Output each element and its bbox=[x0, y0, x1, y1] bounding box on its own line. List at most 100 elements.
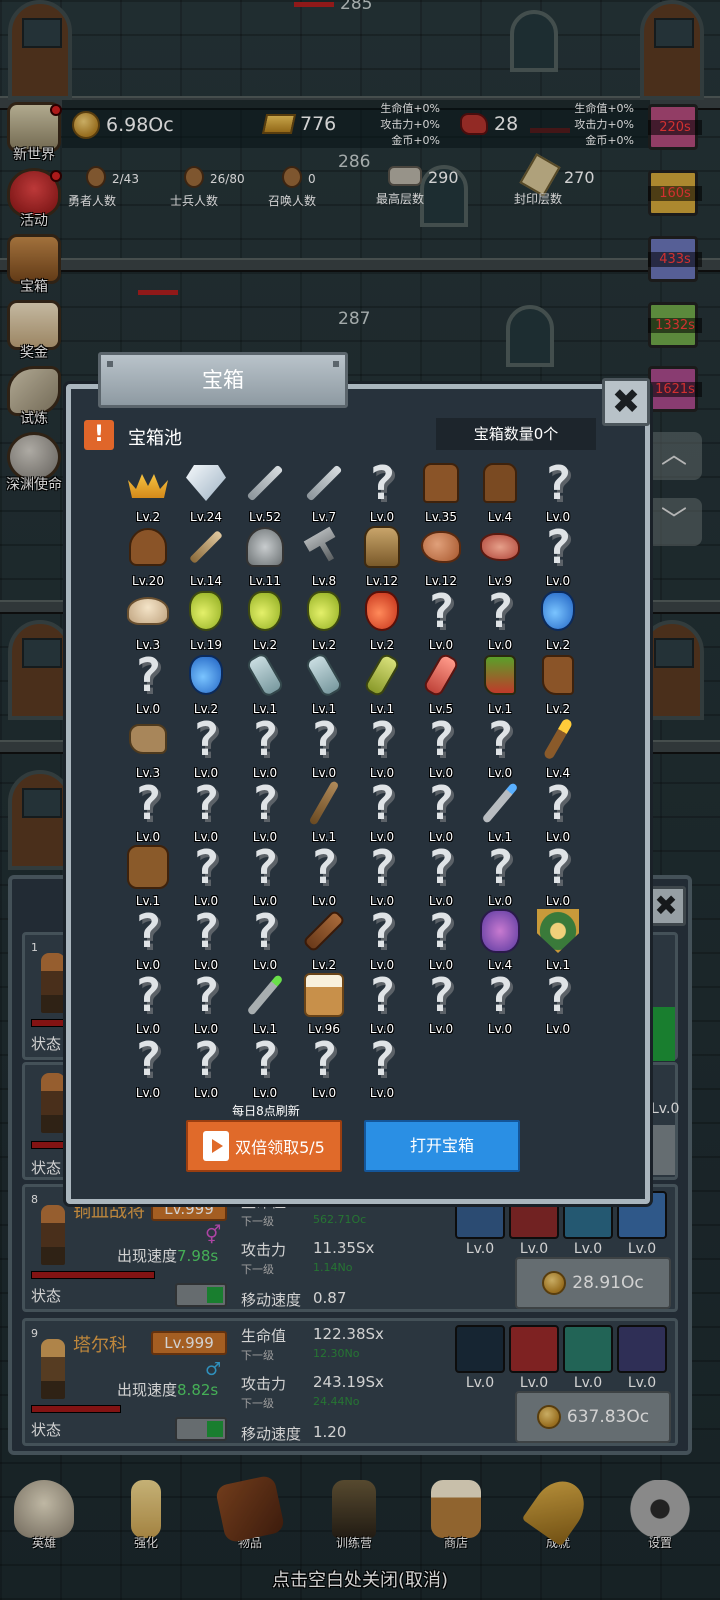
chest-item[interactable]: Lv.5 bbox=[411, 651, 471, 716]
chest-item[interactable]: ? Lv.0 bbox=[176, 780, 236, 844]
chest-item[interactable]: Lv.2 bbox=[235, 588, 295, 652]
chest-item[interactable]: Lv.12 bbox=[411, 524, 471, 588]
chest-item[interactable]: ? Lv.0 bbox=[528, 844, 588, 908]
chest-item[interactable]: ? Lv.0 bbox=[235, 844, 295, 908]
chest-item[interactable]: ? Lv.0 bbox=[176, 844, 236, 908]
chest-item[interactable]: Lv.4 bbox=[528, 716, 588, 780]
chest-item[interactable]: ? Lv.0 bbox=[470, 972, 530, 1036]
item-level: Lv.0 bbox=[369, 1086, 395, 1100]
chest-item[interactable]: Lv.1 bbox=[470, 652, 530, 716]
unknown-icon: ? bbox=[368, 1032, 396, 1086]
chest-item[interactable]: ? Lv.0 bbox=[118, 908, 178, 972]
chest-item[interactable]: Lv.9 bbox=[470, 524, 530, 588]
chest-item[interactable]: Lv.19 bbox=[176, 588, 236, 652]
chest-item[interactable]: Lv.35 bbox=[411, 460, 471, 524]
chest-item[interactable]: Lv.20 bbox=[118, 524, 178, 588]
item-level: Lv.2 bbox=[369, 638, 395, 652]
chest-item[interactable]: Lv.1 bbox=[528, 908, 588, 972]
chest-item[interactable]: Lv.12 bbox=[352, 524, 412, 588]
unknown-icon: ? bbox=[251, 840, 279, 894]
chest-item[interactable]: Lv.2 bbox=[352, 588, 412, 652]
chest-item[interactable]: ? Lv.0 bbox=[411, 972, 471, 1036]
chest-item[interactable]: ? Lv.0 bbox=[411, 908, 471, 972]
chest-item[interactable]: ? Lv.0 bbox=[352, 908, 412, 972]
chest-item[interactable]: Lv.1 bbox=[470, 780, 530, 844]
item-level: Lv.0 bbox=[311, 766, 337, 780]
chest-item[interactable]: ? Lv.0 bbox=[176, 1036, 236, 1100]
exclamation-icon[interactable]: ! bbox=[84, 420, 114, 450]
chest-item[interactable]: ? Lv.0 bbox=[118, 1036, 178, 1100]
chest-item[interactable]: Lv.1 bbox=[118, 844, 178, 908]
red-bottle-icon bbox=[418, 651, 464, 699]
chest-item[interactable]: Lv.1 bbox=[294, 780, 354, 844]
unknown-icon: ? bbox=[486, 712, 514, 766]
chest-item[interactable]: ? Lv.0 bbox=[470, 844, 530, 908]
chest-item[interactable]: ? Lv.0 bbox=[294, 844, 354, 908]
chest-item[interactable]: Lv.4 bbox=[470, 460, 530, 524]
chest-item[interactable]: ? Lv.0 bbox=[294, 1036, 354, 1100]
chest-item[interactable]: ? Lv.0 bbox=[470, 588, 530, 652]
item-level: Lv.19 bbox=[190, 638, 222, 652]
unknown-icon: ? bbox=[251, 904, 279, 958]
chest-item[interactable]: ? Lv.0 bbox=[294, 716, 354, 780]
leather-armor-icon bbox=[418, 460, 464, 506]
chest-item[interactable]: ? Lv.0 bbox=[118, 780, 178, 844]
chest-item[interactable]: ? Lv.0 bbox=[470, 716, 530, 780]
chest-item[interactable]: ? Lv.0 bbox=[176, 908, 236, 972]
chest-item[interactable]: ? Lv.0 bbox=[118, 972, 178, 1036]
chest-item[interactable]: ? Lv.0 bbox=[235, 780, 295, 844]
chest-item[interactable]: ? Lv.0 bbox=[235, 716, 295, 780]
chest-item[interactable]: ? Lv.0 bbox=[352, 844, 412, 908]
unknown-icon: ? bbox=[427, 712, 455, 766]
chest-item[interactable]: Lv.3 bbox=[118, 588, 178, 652]
chest-item[interactable]: ? Lv.0 bbox=[411, 844, 471, 908]
chest-item[interactable]: ? Lv.0 bbox=[528, 780, 588, 844]
bun-icon bbox=[125, 588, 171, 634]
chest-item[interactable]: Lv.3 bbox=[118, 716, 178, 780]
chest-item[interactable]: Lv.1 bbox=[352, 651, 412, 716]
chest-item[interactable]: Lv.11 bbox=[235, 524, 295, 588]
unknown-icon: ? bbox=[251, 776, 279, 830]
chest-item[interactable]: ? Lv.0 bbox=[411, 716, 471, 780]
chest-item[interactable]: Lv.2 bbox=[528, 652, 588, 716]
item-level: Lv.0 bbox=[487, 1022, 513, 1036]
chest-item[interactable]: ? Lv.0 bbox=[352, 716, 412, 780]
chest-item[interactable]: Lv.2 bbox=[118, 460, 178, 524]
dialog-close-button[interactable]: ✖ bbox=[602, 378, 650, 426]
chest-item[interactable]: ? Lv.0 bbox=[176, 716, 236, 780]
chest-item[interactable]: ? Lv.0 bbox=[118, 652, 178, 716]
chest-item[interactable]: ? Lv.0 bbox=[411, 780, 471, 844]
chest-item[interactable]: ? Lv.0 bbox=[235, 1036, 295, 1100]
chest-item[interactable]: ? Lv.0 bbox=[352, 1036, 412, 1100]
chest-item[interactable]: Lv.2 bbox=[176, 652, 236, 716]
chest-item[interactable]: ? Lv.0 bbox=[528, 524, 588, 588]
chest-item[interactable]: Lv.52 bbox=[235, 460, 295, 524]
chest-item[interactable]: Lv.1 bbox=[235, 972, 295, 1036]
open-chest-button[interactable]: 打开宝箱 bbox=[364, 1120, 520, 1172]
item-level: Lv.11 bbox=[249, 574, 281, 588]
chest-item[interactable]: Lv.7 bbox=[294, 460, 354, 524]
chest-item[interactable]: Lv.14 bbox=[176, 524, 236, 588]
chest-item[interactable]: Lv.24 bbox=[176, 460, 236, 524]
sword-icon bbox=[242, 460, 288, 506]
chest-item[interactable]: ? Lv.0 bbox=[235, 908, 295, 972]
unknown-icon: ? bbox=[486, 840, 514, 894]
chest-item[interactable]: ? Lv.0 bbox=[352, 460, 412, 524]
chest-item[interactable]: Lv.96 bbox=[294, 972, 354, 1036]
chest-item[interactable]: Lv.2 bbox=[294, 588, 354, 652]
chest-item[interactable]: Lv.2 bbox=[294, 908, 354, 972]
chest-item[interactable]: Lv.1 bbox=[235, 651, 295, 716]
chest-item[interactable]: Lv.1 bbox=[294, 651, 354, 716]
chest-item[interactable]: Lv.2 bbox=[528, 588, 588, 652]
chest-item[interactable]: Lv.4 bbox=[470, 908, 530, 972]
chest-item[interactable]: ? Lv.0 bbox=[352, 780, 412, 844]
chest-item[interactable]: Lv.8 bbox=[294, 524, 354, 588]
chest-item[interactable]: ? Lv.0 bbox=[411, 588, 471, 652]
backpack-icon bbox=[477, 460, 523, 506]
chest-item[interactable]: ? Lv.0 bbox=[528, 972, 588, 1036]
chest-item[interactable]: ? Lv.0 bbox=[176, 972, 236, 1036]
double-claim-button[interactable]: 双倍领取5/5 bbox=[186, 1120, 342, 1172]
wooden-staff-icon bbox=[301, 780, 347, 826]
chest-item[interactable]: ? Lv.0 bbox=[352, 972, 412, 1036]
chest-item[interactable]: ? Lv.0 bbox=[528, 460, 588, 524]
